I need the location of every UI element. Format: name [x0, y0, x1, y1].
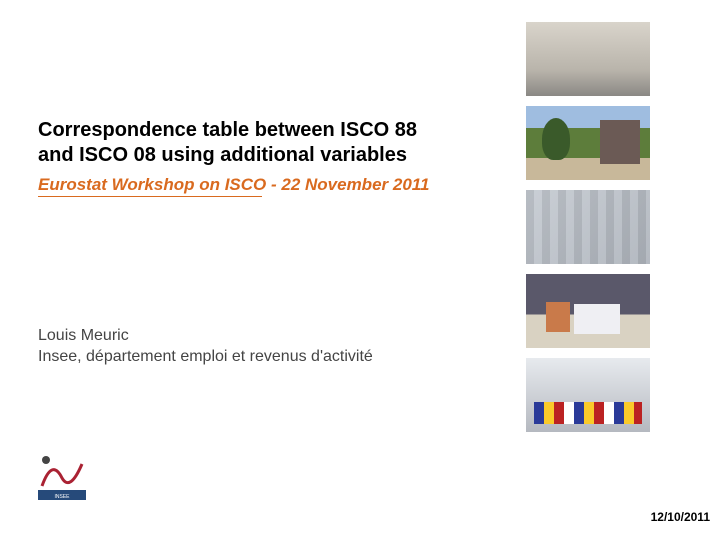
slide-date: 12/10/2011 — [651, 510, 710, 524]
subtitle-underline — [38, 196, 262, 197]
slide-subtitle: Eurostat Workshop on ISCO - 22 November … — [38, 174, 458, 196]
thumb-image-4 — [526, 274, 650, 348]
thumb-image-1 — [526, 22, 650, 96]
slide-content: Correspondence table between ISCO 88 and… — [38, 118, 458, 368]
thumb-image-3 — [526, 190, 650, 264]
thumb-image-5 — [526, 358, 650, 432]
slide-subtitle-wrap: Eurostat Workshop on ISCO - 22 November … — [38, 174, 458, 196]
thumb-image-2 — [526, 106, 650, 180]
thumbnail-column — [526, 22, 650, 432]
insee-logo: INSEE — [36, 450, 88, 502]
svg-text:INSEE: INSEE — [54, 494, 70, 500]
slide-title: Correspondence table between ISCO 88 and… — [38, 118, 458, 168]
author-block: Louis Meuric Insee, département emploi e… — [38, 326, 458, 368]
author-name: Louis Meuric — [38, 326, 458, 347]
author-affiliation: Insee, département emploi et revenus d'a… — [38, 347, 458, 368]
